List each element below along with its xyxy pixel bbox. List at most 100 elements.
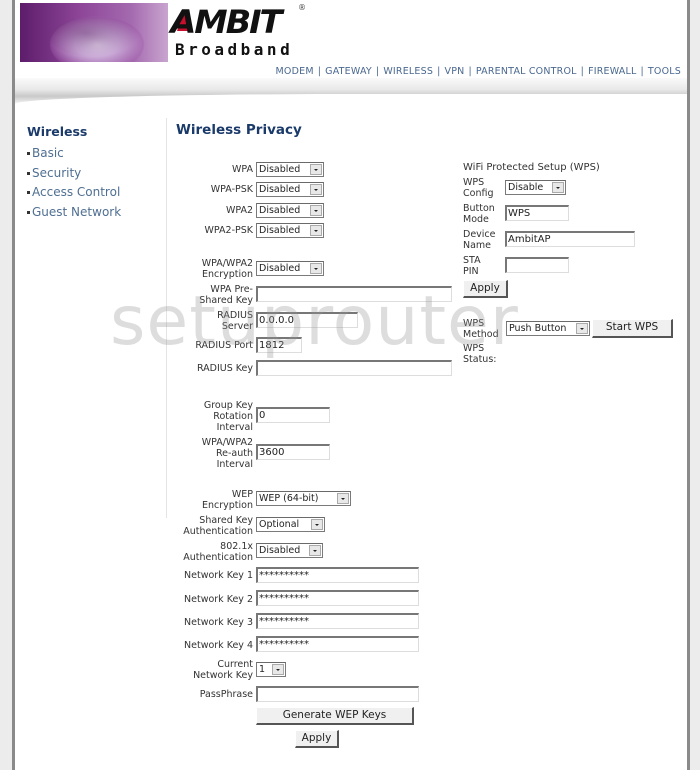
wpa2-select-value: Disabled <box>259 205 301 216</box>
bullet-icon <box>27 171 30 175</box>
chevron-down-icon <box>272 664 284 675</box>
brand-logo: AMBIT <box>170 3 282 41</box>
label-line: Re-auth <box>215 448 253 459</box>
wpa-psk-select[interactable]: Disabled <box>256 182 324 197</box>
nav-parental-control[interactable]: PARENTAL CONTROL <box>476 66 577 77</box>
label-line: Authentication <box>183 552 253 563</box>
nav-modem[interactable]: MODEM <box>276 66 314 77</box>
sidebar-item-label[interactable]: Guest Network <box>32 205 121 219</box>
chevron-down-icon <box>552 182 564 193</box>
device-name-label: Device Name <box>463 229 496 251</box>
wpa-encryption-select-value: Disabled <box>259 263 301 274</box>
nav-gateway[interactable]: GATEWAY <box>325 66 372 77</box>
nav-wireless[interactable]: WIRELESS <box>383 66 433 77</box>
label-line: Name <box>463 240 492 251</box>
wpa-pre-shared-key-input[interactable] <box>256 286 452 302</box>
radius-key-input[interactable] <box>256 360 452 376</box>
nav-firewall[interactable]: FIREWALL <box>588 66 636 77</box>
label-line: Method <box>463 329 499 340</box>
wpa-select[interactable]: Disabled <box>256 162 324 177</box>
current-network-key-label: Current Network Key <box>165 659 253 681</box>
wps-method-select[interactable]: Push Button <box>506 321 590 336</box>
chevron-down-icon <box>310 225 322 236</box>
wps-apply-button[interactable]: Apply <box>463 280 508 298</box>
sidebar-item-security[interactable]: Security <box>27 164 167 184</box>
router-page: AMBIT ® Broadband MODEM | GATEWAY | WIRELESS… <box>12 0 690 770</box>
label-line: Button <box>463 203 495 214</box>
network-key-1-input[interactable] <box>256 567 419 583</box>
wps-status-label: WPS Status: <box>463 343 496 365</box>
nav-separator: | <box>640 66 644 77</box>
wps-method-label: WPS Method <box>463 318 499 340</box>
passphrase-input[interactable] <box>256 686 419 702</box>
dot1x-auth-label: 802.1x Authentication <box>165 541 253 563</box>
wpa-label: WPA <box>231 164 253 175</box>
wpa2-select[interactable]: Disabled <box>256 203 324 218</box>
shared-key-auth-select[interactable]: Optional <box>256 517 325 532</box>
nav-tools[interactable]: TOOLS <box>648 66 681 77</box>
label-line: Status: <box>463 354 497 365</box>
network-key-1-label: Network Key 1 <box>184 570 253 581</box>
nav-separator: | <box>468 66 472 77</box>
sidebar-item-label[interactable]: Security <box>32 166 81 180</box>
wps-config-select-value: Disable <box>508 182 544 193</box>
radius-port-input[interactable] <box>256 337 302 353</box>
label-line: WPA/WPA2 <box>201 437 253 448</box>
radius-key-label: RADIUS Key <box>196 363 253 374</box>
wpa2-psk-select[interactable]: Disabled <box>256 223 324 238</box>
label-line: WPS <box>463 343 485 354</box>
reauth-interval-input[interactable] <box>256 444 330 460</box>
wep-apply-button[interactable]: Apply <box>295 730 339 748</box>
generate-wep-keys-button[interactable]: Generate WEP Keys <box>256 707 414 725</box>
network-key-2-label: Network Key 2 <box>184 594 253 605</box>
label-line: WPS <box>463 318 485 329</box>
sidebar-item-access-control[interactable]: Access Control <box>27 183 167 203</box>
network-key-3-input[interactable] <box>256 613 419 629</box>
wps-method-select-value: Push Button <box>509 323 567 334</box>
wpa2-label: WPA2 <box>225 205 253 216</box>
label-line: Config <box>463 188 494 199</box>
chevron-down-icon <box>310 205 322 216</box>
registered-mark: ® <box>298 3 306 12</box>
sta-pin-input[interactable] <box>505 257 569 273</box>
page-title: Wireless Privacy <box>176 122 302 138</box>
sidebar-item-label[interactable]: Basic <box>32 146 64 160</box>
radius-port-label: RADIUS Port <box>195 340 253 351</box>
dot1x-auth-select[interactable]: Disabled <box>256 543 323 558</box>
network-key-2-input[interactable] <box>256 590 419 606</box>
header-swoosh-divider <box>15 78 687 104</box>
label-line: PIN <box>463 266 479 277</box>
wep-encryption-select[interactable]: WEP (64-bit) <box>256 491 351 506</box>
label-line: WPA Pre- <box>210 284 253 295</box>
label-line: Encryption <box>201 269 253 280</box>
nav-vpn[interactable]: VPN <box>445 66 465 77</box>
bullet-icon <box>27 210 30 214</box>
group-key-interval-input[interactable] <box>256 407 330 423</box>
device-name-input[interactable] <box>505 231 635 247</box>
start-wps-button[interactable]: Start WPS <box>592 319 673 338</box>
wps-config-select[interactable]: Disable <box>505 180 566 195</box>
label-line: Mode <box>463 214 489 225</box>
button-mode-input[interactable] <box>505 205 569 221</box>
wpa-select-value: Disabled <box>259 164 301 175</box>
radius-server-input[interactable] <box>256 312 358 328</box>
dot1x-auth-select-value: Disabled <box>259 545 301 556</box>
radius-server-label: RADIUS Server <box>165 310 253 332</box>
label-line: Interval <box>216 422 253 433</box>
sidebar-item-label[interactable]: Access Control <box>32 185 120 199</box>
current-network-key-select[interactable]: 1 <box>256 662 286 677</box>
group-key-interval-label: Group Key Rotation Interval <box>165 400 253 433</box>
wpa-encryption-label: WPA/WPA2 Encryption <box>165 258 253 280</box>
bullet-icon <box>27 152 30 155</box>
label-line: Device <box>463 229 496 240</box>
network-key-4-input[interactable] <box>256 636 419 652</box>
sidebar-item-basic[interactable]: Basic <box>27 144 167 164</box>
sidebar-item-guest-network[interactable]: Guest Network <box>27 203 167 223</box>
label-line: Rotation <box>213 411 253 422</box>
reauth-interval-label: WPA/WPA2 Re-auth Interval <box>165 437 253 470</box>
wpa-encryption-select[interactable]: Disabled <box>256 261 324 276</box>
shared-key-auth-label: Shared Key Authentication <box>165 515 253 537</box>
wep-encryption-select-value: WEP (64-bit) <box>259 493 319 504</box>
label-line: Network Key <box>193 670 253 681</box>
label-line: Shared Key <box>199 515 253 526</box>
